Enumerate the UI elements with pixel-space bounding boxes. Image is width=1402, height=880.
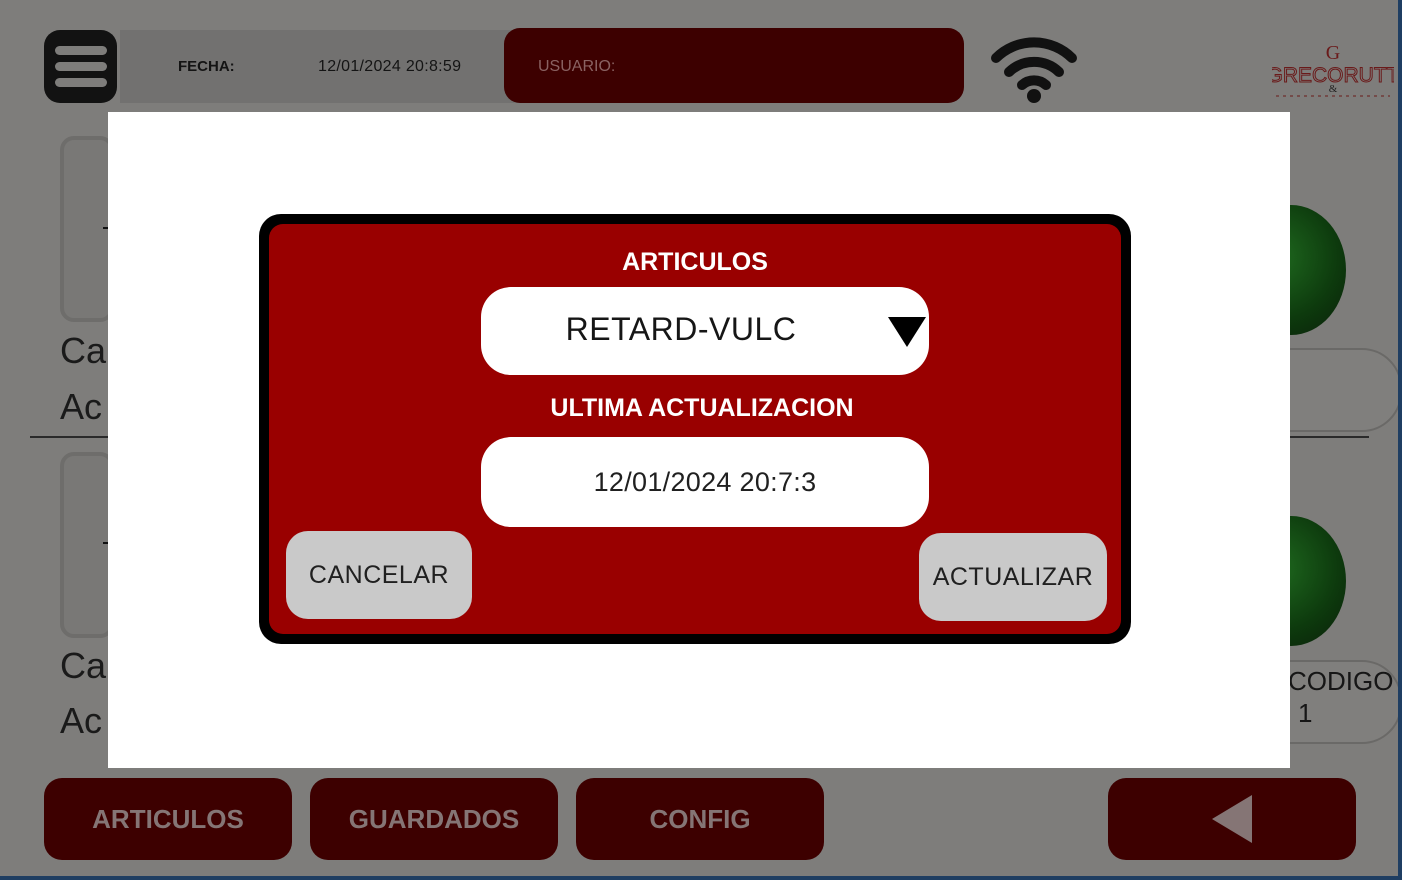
window-border	[0, 876, 1402, 880]
fecha-label: FECHA:	[178, 58, 235, 75]
dropdown-arrow-icon[interactable]	[888, 317, 926, 347]
codigo-value: 1	[1298, 698, 1313, 728]
menu-icon	[54, 46, 107, 55]
svg-text:G: G	[1326, 42, 1340, 64]
wifi-icon	[991, 37, 1077, 103]
last-update-label: ULTIMA ACTUALIZACION	[550, 394, 854, 422]
background-text: Ca	[60, 645, 107, 686]
menu-button[interactable]	[44, 30, 117, 103]
usuario-label: USUARIO:	[538, 58, 616, 75]
background-card	[60, 136, 114, 322]
dialog-panel: ARTICULOS RETARD-VULC ULTIMA ACTUALIZACI…	[269, 224, 1121, 634]
divider	[1285, 436, 1369, 438]
nav-guardados-button[interactable]: GUARDADOS	[310, 778, 558, 860]
update-articles-dialog: ARTICULOS RETARD-VULC ULTIMA ACTUALIZACI…	[259, 214, 1131, 644]
divider	[30, 436, 110, 438]
update-button[interactable]: ACTUALIZAR	[919, 533, 1107, 621]
last-update-value: 12/01/2024 20:7:3	[481, 437, 929, 527]
fecha-value: 12/01/2024 20:8:59	[318, 58, 462, 75]
article-select[interactable]: RETARD-VULC	[481, 287, 929, 375]
back-arrow-icon	[1212, 795, 1252, 843]
logo-icon: G GRECORUTT &	[1272, 42, 1394, 97]
dialog-title: ARTICULOS	[622, 248, 768, 276]
background-text: Ca	[60, 330, 107, 371]
cancel-button[interactable]: CANCELAR	[286, 531, 472, 619]
background-card	[60, 452, 114, 638]
article-select-value: RETARD-VULC	[565, 311, 797, 347]
codigo-label: CODIGO	[1288, 666, 1394, 696]
nav-config-button[interactable]: CONFIG	[576, 778, 824, 860]
background-text: Ac	[60, 700, 103, 741]
svg-text:&: &	[1329, 83, 1338, 95]
background-text: Ac	[60, 386, 103, 427]
back-button[interactable]	[1108, 778, 1356, 860]
window-border	[1398, 0, 1402, 880]
nav-articulos-button[interactable]: ARTICULOS	[44, 778, 292, 860]
